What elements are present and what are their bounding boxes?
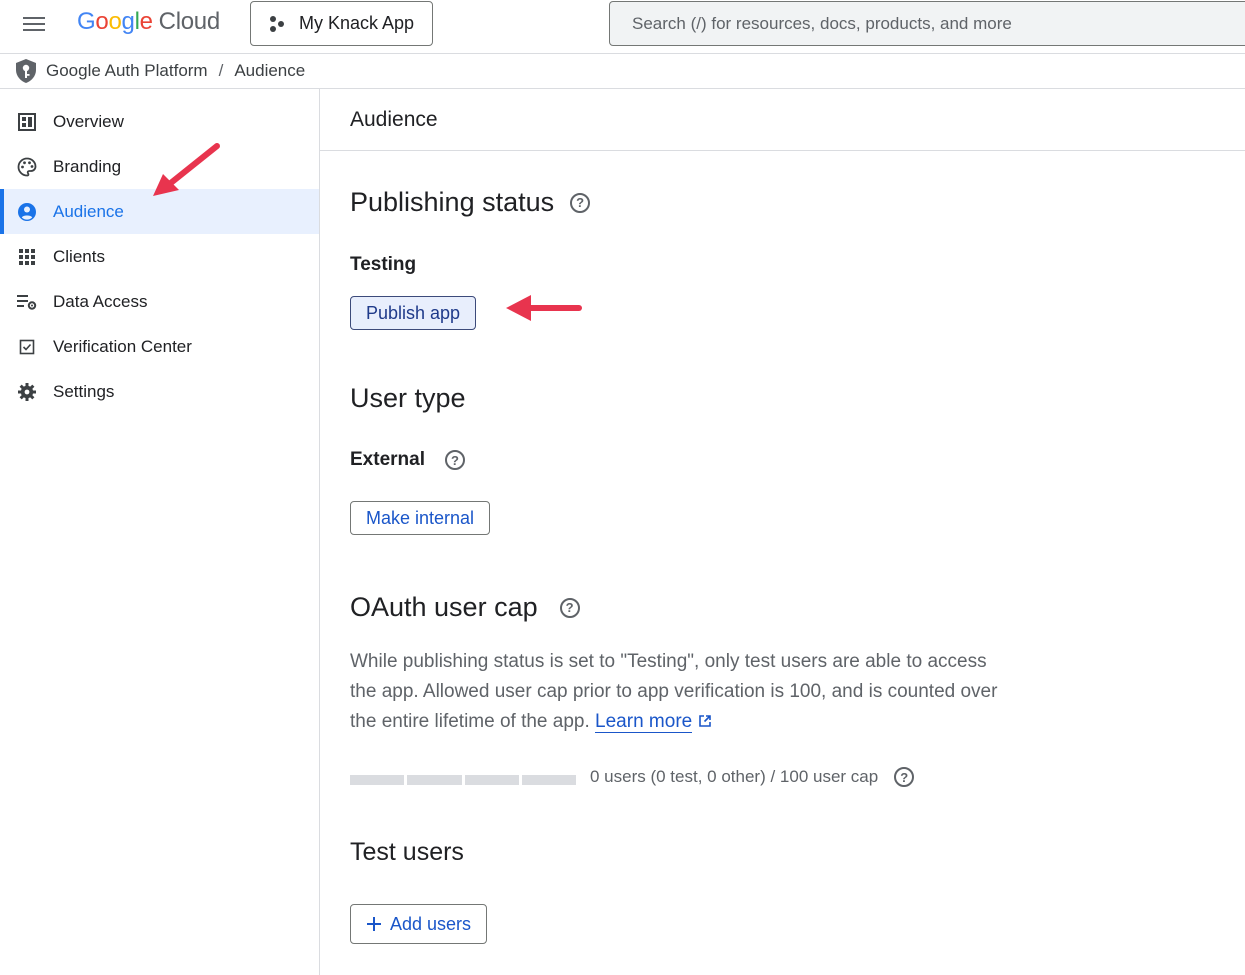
list-settings-icon xyxy=(17,292,37,312)
help-icon[interactable]: ? xyxy=(894,767,915,787)
project-picker-button[interactable]: My Knack App xyxy=(250,1,433,46)
help-icon[interactable]: ? xyxy=(559,597,580,618)
publishing-status-heading: Publishing status ? xyxy=(350,187,591,218)
sidebar-item-label: Clients xyxy=(53,246,105,266)
shield-key-icon xyxy=(14,58,38,84)
sidebar-item-audience[interactable]: Audience xyxy=(0,189,319,234)
progress-segment xyxy=(464,775,519,785)
external-link-icon xyxy=(698,715,711,727)
help-icon[interactable]: ? xyxy=(444,450,465,470)
sidebar-nav: Overview Branding Audience Clients Data … xyxy=(0,89,320,975)
breadcrumb-current: Audience xyxy=(234,61,306,80)
checkbox-icon xyxy=(17,337,37,357)
top-app-bar: Google Cloud My Knack App xyxy=(0,0,1245,54)
user-type-row: External ? xyxy=(350,449,465,471)
breadcrumb: Google Auth Platform / Audience xyxy=(0,54,1245,89)
hamburger-menu-icon[interactable] xyxy=(16,9,52,39)
progress-segment xyxy=(407,775,462,785)
sidebar-item-overview[interactable]: Overview xyxy=(0,99,319,144)
sidebar-item-label: Verification Center xyxy=(53,336,192,356)
oauth-user-cap-heading: OAuth user cap ? xyxy=(350,592,580,623)
sidebar-item-label: Data Access xyxy=(53,291,148,311)
help-icon[interactable]: ? xyxy=(570,192,591,213)
user-type-heading: User type xyxy=(350,383,466,413)
sidebar-item-data-access[interactable]: Data Access xyxy=(0,279,319,324)
test-users-heading: Test users xyxy=(350,838,464,866)
user-type-value: External xyxy=(350,449,425,470)
page-title: Audience xyxy=(320,89,1245,151)
user-cap-usage: 0 users (0 test, 0 other) / 100 user cap… xyxy=(590,767,915,787)
add-users-button[interactable]: Add users xyxy=(350,904,488,944)
user-cap-progress-bar xyxy=(350,775,576,785)
sidebar-item-branding[interactable]: Branding xyxy=(0,144,319,189)
user-cap-usage-text: 0 users (0 test, 0 other) / 100 user cap xyxy=(590,767,879,786)
sidebar-item-clients[interactable]: Clients xyxy=(0,234,319,279)
sidebar-item-settings[interactable]: Settings xyxy=(0,369,319,414)
gear-icon xyxy=(17,382,37,402)
breadcrumb-separator: / xyxy=(218,61,224,80)
learn-more-link[interactable]: Learn more xyxy=(595,711,693,733)
oauth-cap-description: While publishing status is set to "Testi… xyxy=(350,651,998,733)
grid-icon xyxy=(17,247,37,267)
dashboard-icon xyxy=(17,112,37,132)
progress-segment xyxy=(521,775,576,785)
sidebar-item-label: Settings xyxy=(53,381,115,401)
publishing-status-value: Testing xyxy=(350,254,417,275)
project-icon xyxy=(270,15,284,32)
publish-app-button[interactable]: Publish app xyxy=(350,296,477,330)
sidebar-item-label: Overview xyxy=(53,111,124,131)
make-internal-button[interactable]: Make internal xyxy=(350,501,491,535)
sidebar-item-verification-center[interactable]: Verification Center xyxy=(0,324,319,369)
sidebar-item-label: Audience xyxy=(53,201,124,221)
search-input[interactable] xyxy=(632,13,1245,34)
breadcrumb-platform-link[interactable]: Google Auth Platform xyxy=(46,61,208,81)
palette-icon xyxy=(17,157,37,177)
main-content: Audience Publishing status ? Testing Pub… xyxy=(320,89,1245,975)
sidebar-item-label: Branding xyxy=(53,156,122,176)
person-circle-icon xyxy=(17,202,37,222)
google-cloud-logo[interactable]: Google Cloud xyxy=(77,8,220,36)
plus-icon xyxy=(367,917,381,931)
progress-segment xyxy=(350,775,405,785)
project-name: My Knack App xyxy=(299,13,415,33)
search-bar[interactable] xyxy=(609,1,1245,46)
